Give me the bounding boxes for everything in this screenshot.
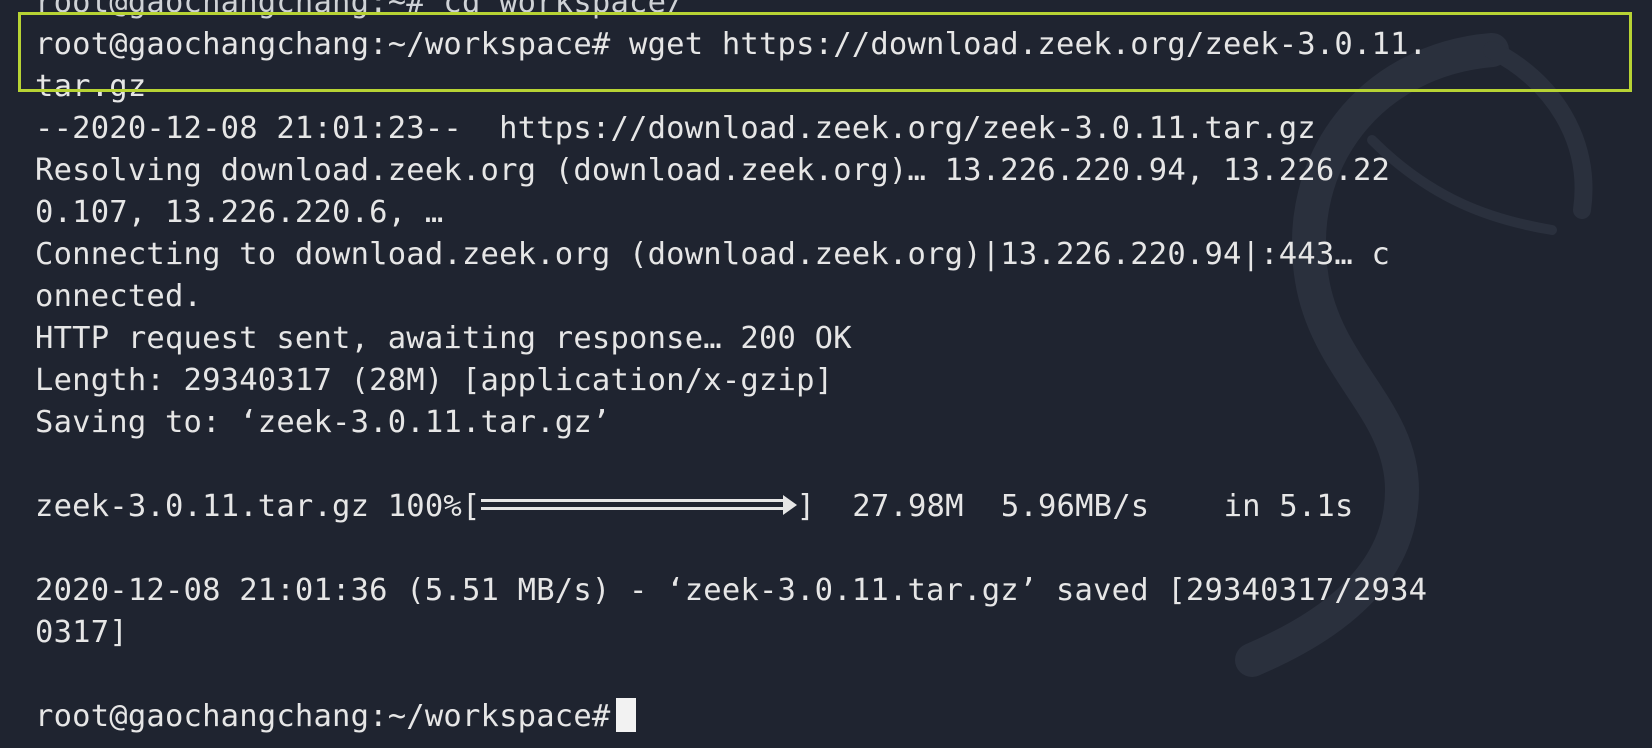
progress-close-bracket: ]	[796, 489, 816, 524]
saved-line-2: 0317]	[35, 615, 128, 650]
progress-speed: 5.96MB/s	[1000, 489, 1150, 524]
progress-bar	[480, 494, 797, 518]
saved-line-1: 2020-12-08 21:01:36 (5.51 MB/s) - ‘zeek-…	[35, 573, 1428, 608]
resolving-line-1: Resolving download.zeek.org (download.ze…	[35, 153, 1391, 188]
resolving-line-2: 0.107, 13.226.220.6, …	[35, 195, 444, 230]
saving-line: Saving to: ‘zeek-3.0.11.tar.gz’	[35, 405, 611, 440]
previous-command-line: root@gaochangchang:~# cd workspace/	[35, 0, 685, 20]
progress-arrow-icon	[782, 495, 797, 515]
shell-prompt: root@gaochangchang:~/workspace#	[35, 699, 611, 734]
progress-line: zeek-3.0.11.tar.gz 100%[] 27.98M 5.96MB/…	[35, 486, 1632, 528]
connecting-line-2: onnected.	[35, 279, 203, 314]
connecting-line-1: Connecting to download.zeek.org (downloa…	[35, 237, 1391, 272]
length-line: Length: 29340317 (28M) [application/x-gz…	[35, 363, 834, 398]
progress-filename: zeek-3.0.11.tar.gz	[35, 489, 370, 524]
terminal-output: root@gaochangchang:~# cd workspace/ root…	[35, 0, 1632, 738]
progress-open-bracket: [	[461, 489, 481, 524]
progress-percent: 100%	[387, 489, 462, 524]
http-response-line: HTTP request sent, awaiting response… 20…	[35, 321, 852, 356]
block-cursor	[616, 698, 637, 732]
download-start-line: --2020-12-08 21:01:23-- https://download…	[35, 111, 1316, 146]
progress-size: 27.98M	[852, 489, 964, 524]
terminal-window[interactable]: root@gaochangchang:~# cd workspace/ root…	[0, 0, 1652, 748]
wget-command-line-1: root@gaochangchang:~/workspace# wget htt…	[35, 27, 1428, 62]
prompt-line[interactable]: root@gaochangchang:~/workspace#	[35, 696, 1632, 738]
progress-bar-fill	[480, 499, 783, 510]
progress-time: in 5.1s	[1223, 489, 1354, 524]
wget-command-line-2: tar.gz	[35, 69, 147, 104]
